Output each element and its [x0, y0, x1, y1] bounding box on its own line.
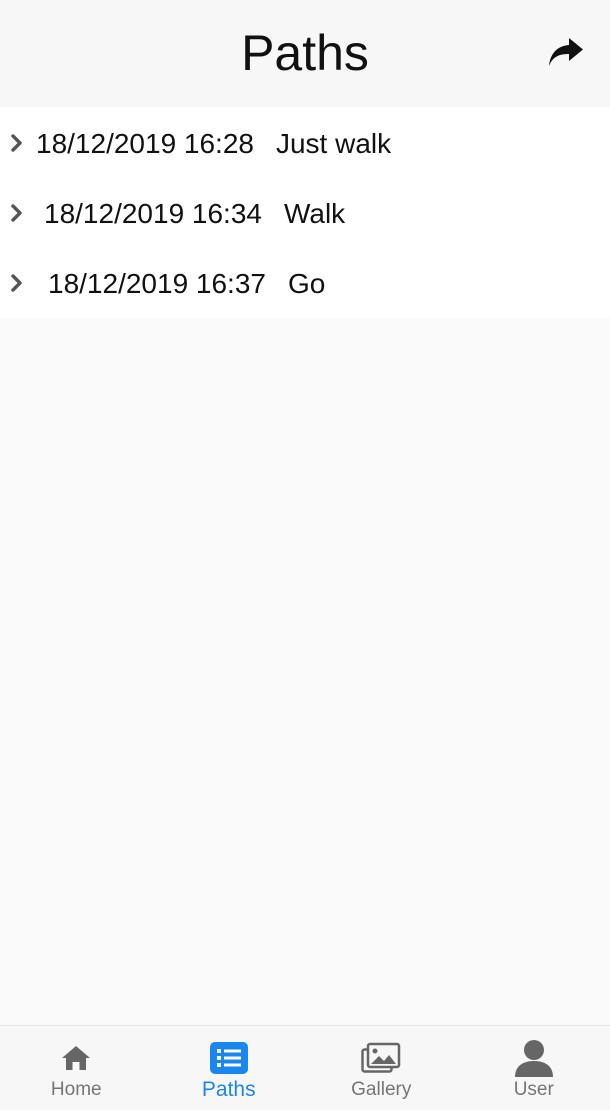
tab-label: Paths	[201, 1078, 256, 1101]
gallery-icon	[361, 1042, 401, 1074]
path-row[interactable]: 18/12/2019 16:34 Walk	[0, 177, 610, 247]
path-name: Just walk	[275, 128, 392, 159]
path-row-text: 18/12/2019 16:28 Just walk	[36, 127, 391, 161]
path-row-text: 18/12/2019 16:34 Walk	[44, 197, 345, 231]
page-title: Paths	[241, 25, 369, 81]
path-row[interactable]: 18/12/2019 16:37 Go	[0, 247, 610, 317]
path-name: Walk	[283, 198, 346, 229]
path-row-text: 18/12/2019 16:37 Go	[48, 267, 325, 301]
tab-label: User	[513, 1079, 554, 1100]
path-list: 18/12/2019 16:28 Just walk 18/12/2019 16:…	[0, 107, 610, 318]
path-date: 18/12/2019 16:28	[36, 128, 254, 159]
path-date: 18/12/2019 16:34	[44, 198, 262, 229]
tab-home[interactable]: Home	[0, 1026, 153, 1110]
path-row[interactable]: 18/12/2019 16:28 Just walk	[0, 107, 610, 177]
path-name: Go	[287, 268, 326, 299]
header: Paths	[0, 0, 610, 107]
chevron-right-icon	[11, 274, 22, 292]
share-arrow-icon	[549, 38, 583, 66]
bottom-tab-bar: Home Paths Gallery User	[0, 1025, 610, 1110]
tab-label: Home	[50, 1079, 102, 1100]
tab-label: Gallery	[351, 1079, 412, 1100]
app-screen: Paths 18/12/2019 16:28 Just walk 18/12/20…	[0, 0, 610, 1110]
user-icon	[514, 1040, 554, 1077]
share-button[interactable]	[546, 34, 586, 70]
tab-paths[interactable]: Paths	[153, 1026, 306, 1110]
tab-user[interactable]: User	[458, 1026, 610, 1110]
chevron-right-icon	[11, 134, 22, 152]
list-icon	[209, 1042, 248, 1074]
path-date: 18/12/2019 16:37	[48, 268, 266, 299]
home-icon	[60, 1042, 92, 1074]
tab-gallery[interactable]: Gallery	[305, 1026, 458, 1110]
chevron-right-icon	[11, 204, 22, 222]
